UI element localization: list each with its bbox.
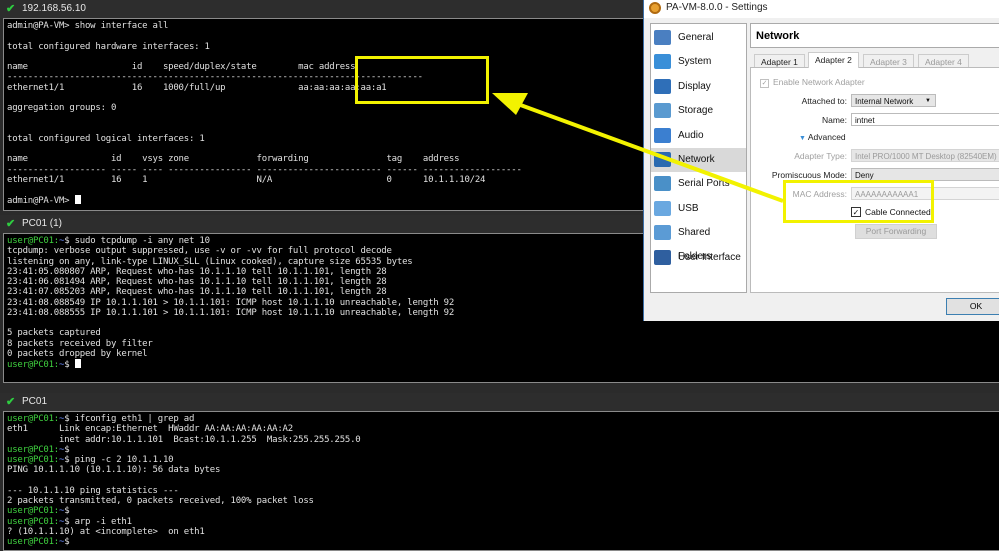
annotation-arrow [492, 93, 784, 203]
arrow-line [514, 101, 784, 203]
